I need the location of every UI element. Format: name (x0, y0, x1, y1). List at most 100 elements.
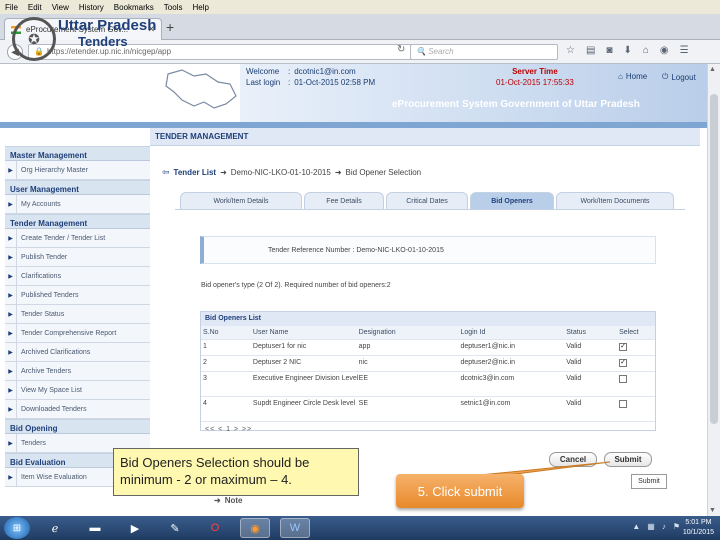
sidebar-item-tender-status[interactable]: ▶ Tender Status (5, 305, 150, 324)
sidebar-section-bid-opening[interactable]: Bid Opening (5, 419, 150, 434)
sidebar-section-tender[interactable]: Tender Management (5, 214, 150, 229)
table-title: Bid Openers List (201, 312, 655, 326)
download-icon[interactable]: ⬇ (623, 45, 631, 56)
scroll-up-icon[interactable]: ▲ (709, 66, 716, 73)
column-header: Select (619, 329, 639, 336)
login-info: Welcome: dcotnic1@in.com Last login:01-Oc… (246, 67, 376, 87)
cell-user-name: Supdt Engineer Circle Desk level (252, 400, 356, 407)
breadcrumb-tender-list[interactable]: Tender List (174, 168, 217, 177)
arrow-icon: ➜ (214, 496, 221, 505)
sidebar-item-downloaded-tenders[interactable]: ▶ Downloaded Tenders (5, 400, 150, 419)
pocket-icon[interactable]: ◙ (606, 45, 612, 56)
column-header: Designation (358, 329, 396, 336)
menu-file[interactable]: File (5, 3, 18, 12)
start-button[interactable]: ⊞ (4, 517, 30, 539)
menu-edit[interactable]: Edit (28, 3, 42, 12)
flag-icon[interactable]: ⚑ (673, 522, 680, 531)
firefox-icon[interactable]: ◉ (240, 518, 270, 538)
scroll-down-icon[interactable]: ▼ (709, 507, 716, 514)
select-checkbox[interactable]: ✓ (619, 359, 628, 367)
back-arrow-icon[interactable]: ⇦ (162, 167, 170, 178)
search-input[interactable]: 🔍 Search (410, 44, 558, 60)
word-icon[interactable]: W (280, 518, 310, 538)
column-header: Login Id (460, 329, 486, 336)
cell-user-name: Deptuser1 for nic (252, 343, 307, 350)
tab-bid-openers[interactable]: Bid Openers (470, 192, 554, 209)
logout-link[interactable]: ⏻ Logout (662, 72, 696, 82)
sidebar-item-create-tender[interactable]: ▶ Create Tender / Tender List (5, 229, 150, 248)
arrow-icon: ▶ (5, 324, 17, 342)
sidebar-item-published-tenders[interactable]: ▶ Published Tenders (5, 286, 150, 305)
sidebar-item-archive-tenders[interactable]: ▶ Archive Tenders (5, 362, 150, 381)
sidebar-item-my-accounts[interactable]: ▶ My Accounts (5, 195, 150, 214)
new-tab-icon[interactable]: + (166, 19, 174, 35)
sidebar-item-label: Archived Clarifications (21, 348, 91, 356)
network-icon[interactable]: ▦ (647, 522, 655, 531)
cell-status: Valid (566, 400, 582, 407)
show-hidden-icon[interactable]: ▲ (632, 522, 640, 531)
opera-icon[interactable]: O (200, 518, 230, 538)
media-player-icon[interactable]: ▶ (120, 518, 150, 538)
chat-icon[interactable]: ◉ (660, 45, 669, 56)
menu-icon[interactable]: ☰ (680, 45, 689, 56)
folder-icon[interactable]: ▬ (80, 518, 110, 538)
reload-icon[interactable]: ↻ (397, 44, 405, 55)
sidebar-item-archived-clarifications[interactable]: ▶ Archived Clarifications (5, 343, 150, 362)
sidebar-item-comprehensive-report[interactable]: ▶ Tender Comprehensive Report (5, 324, 150, 343)
tab-critical-dates[interactable]: Critical Dates (386, 192, 468, 209)
cell-login-id: deptuser1@nic.in (460, 343, 516, 350)
submit-button-secondary[interactable]: Submit (631, 474, 667, 489)
paint-icon[interactable]: ✎ (160, 518, 190, 538)
sidebar-item-clarifications[interactable]: ▶ Clarifications (5, 267, 150, 286)
sidebar-item-label: Tender Comprehensive Report (21, 329, 117, 337)
arrow-icon: ▶ (5, 343, 17, 361)
home-icon[interactable]: ⌂ (643, 45, 649, 56)
cell-login-id: deptuser2@nic.in (460, 359, 516, 366)
page-scrollbar[interactable]: ▲ ▼ (707, 64, 720, 516)
select-checkbox[interactable]: ✓ (619, 343, 628, 351)
server-time-label: Server Time (512, 67, 558, 76)
select-checkbox[interactable] (619, 400, 628, 408)
sidebar-item-publish-tender[interactable]: ▶ Publish Tender (5, 248, 150, 267)
home-link[interactable]: ⌂ Home (618, 72, 647, 81)
server-time-value: 01-Oct-2015 17:55:33 (496, 78, 574, 87)
lastlogin-value: 01-Oct-2015 02:58 PM (294, 78, 376, 87)
sidebar-section-master[interactable]: Master Management (5, 146, 150, 161)
sidebar-item-my-space[interactable]: ▶ View My Space List (5, 381, 150, 400)
ie-icon[interactable]: ℯ (40, 518, 70, 538)
tab-work-item-details[interactable]: Work/Item Details (180, 192, 302, 209)
sidebar-section-user[interactable]: User Management (5, 180, 150, 195)
sidebar-item-label: View My Space List (21, 386, 82, 394)
toolbar-icons: ☆ ▤ ◙ ⬇ ⌂ ◉ ☰ (566, 45, 689, 56)
menu-bookmarks[interactable]: Bookmarks (114, 3, 154, 12)
arrow-icon: ▶ (5, 161, 17, 179)
search-placeholder: Search (428, 47, 454, 56)
menu-view[interactable]: View (52, 3, 69, 12)
sidebar-item-org-hierarchy[interactable]: ▶ Org Hierarchy Master (5, 161, 150, 180)
arrow-icon: ▶ (5, 468, 17, 486)
sidebar-item-label: My Accounts (21, 200, 61, 208)
pagination[interactable]: << < 1 > >> (201, 422, 655, 433)
volume-icon[interactable]: ♪ (662, 522, 666, 531)
home-icon: ⌂ (618, 72, 623, 81)
submit-button[interactable]: Submit (604, 452, 652, 467)
cancel-button[interactable]: Cancel (549, 452, 597, 467)
bookmarks-icon[interactable]: ▤ (586, 45, 595, 56)
cell-designation: nic (358, 359, 368, 366)
scroll-thumb[interactable] (710, 94, 718, 424)
menu-help[interactable]: Help (192, 3, 208, 12)
arrow-icon: ▶ (5, 267, 17, 285)
breadcrumb-tender-id[interactable]: Demo-NIC-LKO-01-10-2015 (231, 168, 331, 177)
map-icon (165, 69, 237, 109)
menu-history[interactable]: History (79, 3, 104, 12)
star-icon[interactable]: ☆ (566, 45, 575, 56)
menu-tools[interactable]: Tools (164, 3, 183, 12)
windows-taskbar: ⊞ ℯ ▬ ▶ ✎ O ◉ W ▲ ▦ ♪ ⚑ 5:01 PM 10/1/201… (0, 516, 720, 540)
sidebar-item-label: Publish Tender (21, 253, 68, 261)
clock-date: 10/1/2015 (682, 529, 714, 536)
tab-divider (175, 209, 685, 210)
select-checkbox[interactable] (619, 375, 628, 383)
tab-work-item-documents[interactable]: Work/Item Documents (556, 192, 674, 209)
tab-fee-details[interactable]: Fee Details (304, 192, 384, 209)
clock[interactable]: 5:01 PM 10/1/2015 (683, 518, 714, 538)
